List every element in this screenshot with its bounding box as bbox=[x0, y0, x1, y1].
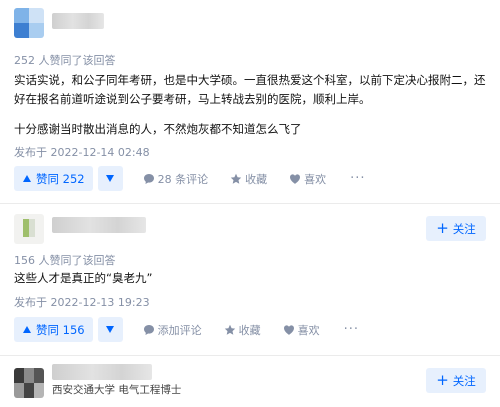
avatar[interactable] bbox=[14, 8, 44, 38]
answer-paragraph: 这些人才是真正的“臭老九” bbox=[14, 271, 153, 285]
author-name[interactable] bbox=[52, 217, 146, 233]
publish-time[interactable]: 发布于 2022-12-13 19:23 bbox=[14, 294, 150, 310]
upvote-button[interactable]: 赞同 156 bbox=[14, 317, 93, 342]
avatar[interactable] bbox=[14, 368, 44, 398]
avatar[interactable] bbox=[14, 214, 44, 244]
comment-button[interactable]: 添加评论 bbox=[143, 322, 202, 338]
vote-info: 156 人赞同了该回答 bbox=[14, 254, 116, 267]
triangle-up-icon bbox=[23, 326, 31, 333]
comment-label: 添加评论 bbox=[157, 323, 202, 337]
follow-label: 关注 bbox=[452, 373, 476, 388]
comment-button[interactable]: 28 条评论 bbox=[143, 171, 209, 187]
like-button[interactable]: 喜欢 bbox=[289, 171, 326, 187]
collect-button[interactable]: 收藏 bbox=[224, 322, 261, 338]
follow-button[interactable]: + 关注 bbox=[426, 368, 486, 393]
star-icon bbox=[224, 324, 235, 335]
star-icon bbox=[230, 173, 242, 184]
more-icon[interactable]: ··· bbox=[344, 322, 359, 337]
vote-info: 252 人赞同了该回答 bbox=[14, 54, 116, 67]
collect-label: 收藏 bbox=[238, 323, 261, 337]
answer-card: + 关注 156 人赞同了该回答 这些人才是真正的“臭老九” 发布于 2022-… bbox=[0, 210, 500, 352]
like-label: 喜欢 bbox=[304, 172, 327, 186]
triangle-down-icon bbox=[106, 175, 115, 182]
answer-card: 西安交通大学 电气工程博士 + 关注 bbox=[0, 362, 500, 407]
answer-card: 252 人赞同了该回答 实话实说，和公子同年考研，也是中大学硕。一直很热爱这个科… bbox=[0, 0, 500, 200]
answer-paragraph: 十分感谢当时散出消息的人，不然炮灰都不知道怎么飞了 bbox=[14, 122, 302, 136]
answer-paragraph: 实话实说，和公子同年考研，也是中大学硕。一直很热爱这个科室，以前下定决心报附二，… bbox=[14, 73, 486, 106]
heart-icon bbox=[283, 324, 294, 335]
comment-icon bbox=[143, 173, 154, 184]
divider bbox=[0, 203, 500, 204]
comment-label: 28 条评论 bbox=[157, 172, 209, 186]
upvote-label: 赞同 156 bbox=[36, 322, 85, 337]
like-button[interactable]: 喜欢 bbox=[283, 322, 320, 338]
downvote-button[interactable] bbox=[97, 166, 123, 191]
collect-label: 收藏 bbox=[245, 172, 268, 186]
upvote-button[interactable]: 赞同 252 bbox=[14, 166, 93, 191]
action-bar: 赞同 156 添加评论 收藏 喜欢 ··· bbox=[14, 317, 359, 342]
plus-icon: + bbox=[436, 371, 449, 389]
publish-time[interactable]: 发布于 2022-12-14 02:48 bbox=[14, 144, 150, 160]
heart-icon bbox=[290, 173, 301, 184]
downvote-button[interactable] bbox=[97, 317, 123, 342]
triangle-up-icon bbox=[23, 175, 31, 182]
divider bbox=[0, 355, 500, 356]
collect-button[interactable]: 收藏 bbox=[230, 171, 267, 187]
follow-label: 关注 bbox=[452, 221, 476, 236]
follow-button[interactable]: + 关注 bbox=[426, 216, 486, 241]
author-name[interactable] bbox=[52, 364, 152, 380]
upvote-label: 赞同 252 bbox=[36, 171, 85, 186]
author-headline: 西安交通大学 电气工程博士 bbox=[52, 384, 182, 396]
comment-icon bbox=[143, 324, 154, 335]
more-icon[interactable]: ··· bbox=[350, 171, 365, 186]
action-bar: 赞同 252 28 条评论 收藏 喜欢 ··· bbox=[14, 166, 366, 191]
plus-icon: + bbox=[436, 219, 449, 237]
like-label: 喜欢 bbox=[297, 323, 320, 337]
author-name[interactable] bbox=[52, 13, 104, 29]
triangle-down-icon bbox=[106, 326, 115, 333]
